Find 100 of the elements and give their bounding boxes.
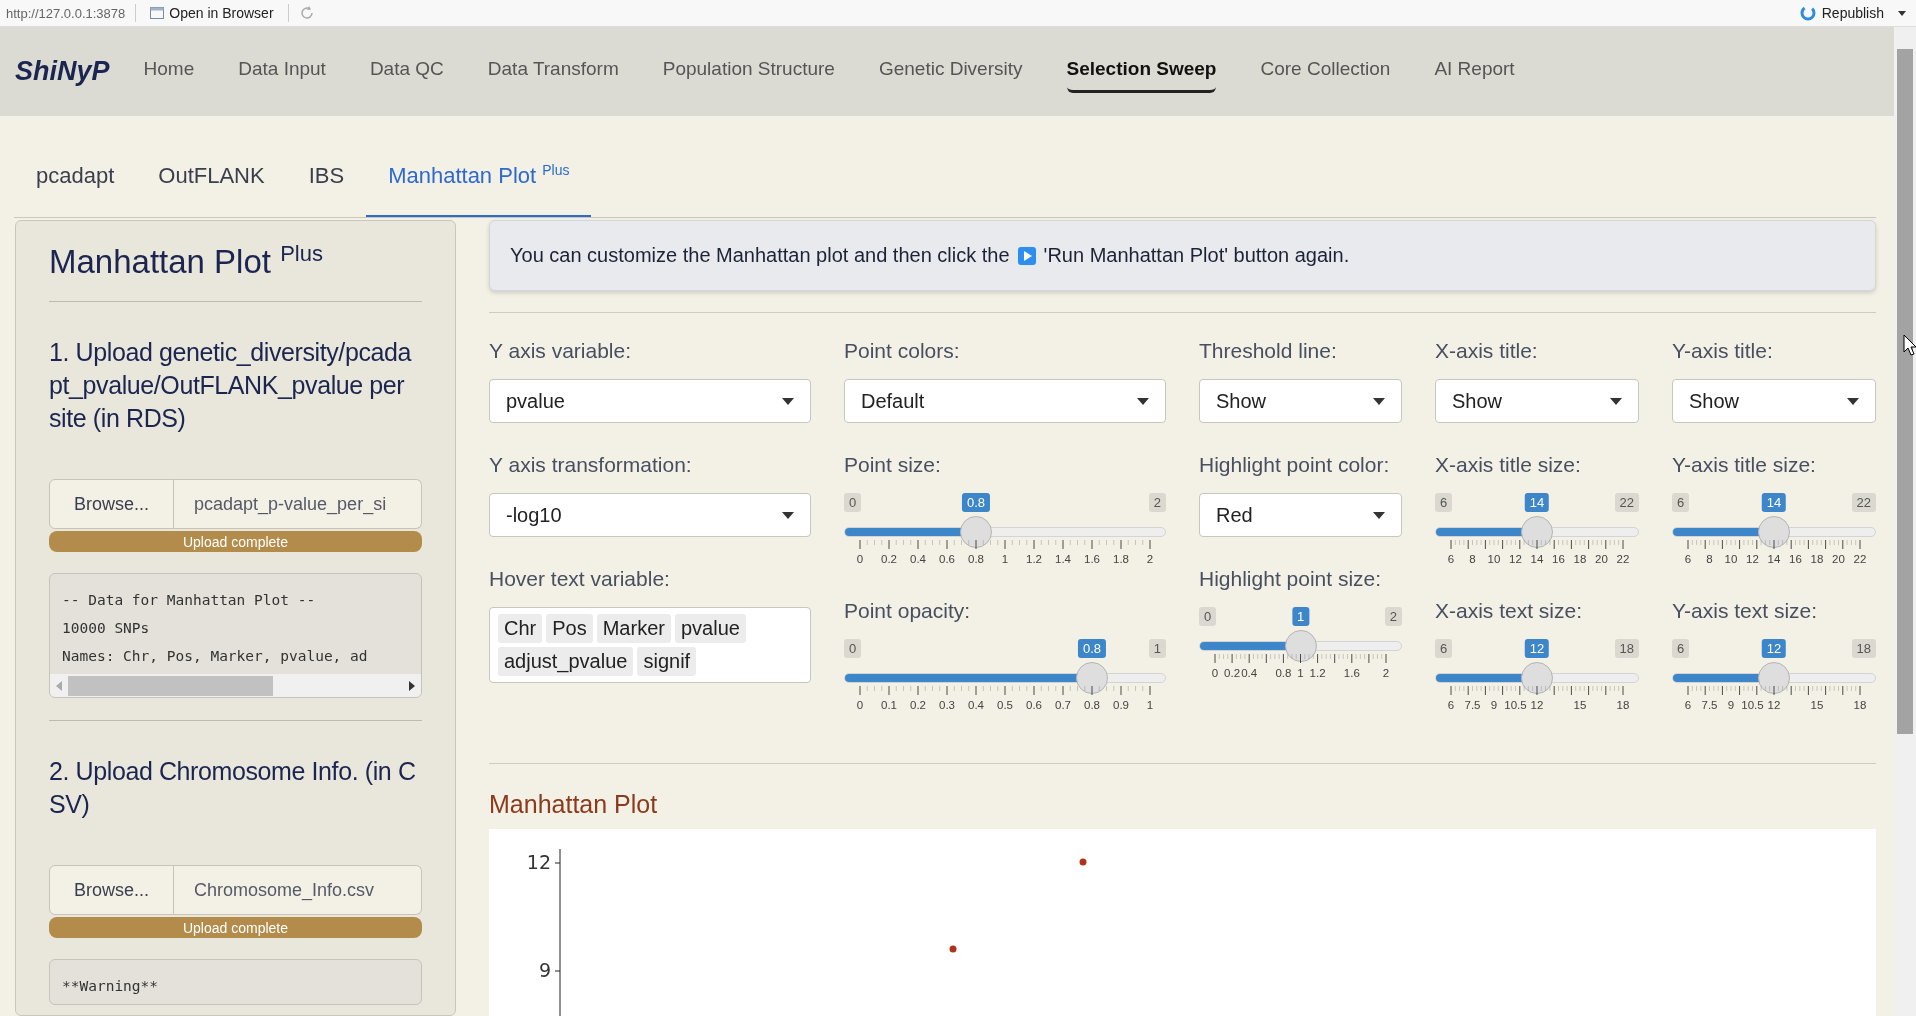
slider-max-label: 22 — [1614, 493, 1639, 512]
slider[interactable] — [1435, 516, 1639, 548]
nav-link[interactable]: Home — [143, 50, 195, 93]
slider[interactable] — [1435, 662, 1639, 694]
slider-min-label: 0 — [1199, 607, 1217, 626]
variable-token[interactable]: Marker — [596, 614, 671, 643]
slider[interactable] — [844, 662, 1166, 694]
tick-label: 0.1 — [881, 699, 897, 711]
nav-link[interactable]: AI Report — [1434, 50, 1515, 93]
caret-icon — [1373, 397, 1385, 405]
dropdown-field[interactable]: Show — [1672, 379, 1876, 423]
variable-token[interactable]: Pos — [546, 614, 593, 643]
tick-label: 12 — [1746, 553, 1759, 565]
control-label: X-axis text size: — [1435, 598, 1584, 624]
play-icon — [1017, 246, 1036, 265]
dropdown-field[interactable]: Show — [1435, 379, 1639, 423]
sidebar-title: Manhattan Plot $^{Plus}$ — [49, 241, 422, 302]
publish-icon — [1798, 5, 1817, 21]
caret-icon — [1373, 511, 1385, 519]
nav-link[interactable]: Genetic Diversity — [878, 50, 1023, 93]
slider-min-label: 0 — [844, 493, 862, 512]
nav-link[interactable]: Population Structure — [662, 50, 835, 93]
slider[interactable] — [1199, 630, 1402, 662]
url-text: http://127.0.0.1:3878 — [6, 5, 126, 21]
caret-icon — [782, 397, 794, 405]
slider-handle[interactable] — [1076, 662, 1108, 694]
tick-label: 8 — [1469, 553, 1476, 565]
variable-token[interactable]: pvalue — [674, 614, 746, 643]
nav-link[interactable]: Data Input — [238, 50, 326, 93]
slider-value-label: 14 — [1761, 493, 1787, 512]
slider[interactable] — [1672, 516, 1876, 548]
slider-handle[interactable] — [1758, 662, 1790, 694]
variable-token[interactable]: Chr — [498, 614, 543, 643]
tick-label: 12 — [1767, 699, 1781, 711]
dropdown-field[interactable]: pvalue — [489, 379, 811, 423]
dropdown-field[interactable]: Default — [844, 379, 1166, 423]
dropdown-field[interactable]: -log10 — [489, 493, 811, 537]
caret-icon[interactable] — [1898, 10, 1906, 16]
slider-handle[interactable] — [1521, 662, 1553, 694]
open-in-browser-button[interactable]: Open in Browser — [146, 5, 278, 21]
slider-value-label: 12 — [1761, 639, 1787, 658]
scroll-right-icon[interactable] — [409, 680, 415, 691]
dropdown-field[interactable]: Show — [1199, 379, 1402, 423]
control-label: Y axis variable: — [489, 338, 633, 364]
dropdown-field[interactable]: Red — [1199, 493, 1402, 537]
nav-link[interactable]: Data QC — [369, 50, 444, 93]
output-line: -- Data for Manhattan Plot -- — [61, 591, 317, 610]
tick-label: 0.9 — [1113, 699, 1129, 711]
control-label: Highlight point size: — [1199, 566, 1383, 592]
slider-max-label: 1 — [1148, 639, 1166, 658]
slider-handle[interactable] — [1521, 516, 1553, 548]
tick-label: 14 — [1767, 553, 1781, 565]
control-label: X-axis title size: — [1435, 452, 1582, 478]
output-line: 10000 SNPs — [61, 619, 151, 638]
refresh-icon[interactable] — [298, 5, 315, 21]
axis-tick-label: 12 — [526, 851, 551, 873]
tick-label: 18 — [1616, 699, 1630, 711]
browse-button[interactable]: Browse... — [49, 865, 174, 915]
vertical-scrollbar[interactable] — [1894, 27, 1916, 1016]
tab[interactable]: pcadapt — [14, 163, 137, 217]
control-label: Y-axis text size: — [1672, 598, 1819, 624]
browse-button[interactable]: Browse... — [49, 479, 174, 529]
info-text: You can customize the Manhattan plot and then click the — [510, 244, 1010, 267]
tick-label: 18 — [1853, 699, 1867, 711]
tab[interactable]: OutFLANK — [136, 163, 287, 217]
variable-token[interactable]: signif — [637, 647, 697, 676]
tick-label: 12 — [1509, 553, 1522, 565]
tick-label: 0.2 — [910, 699, 926, 711]
slider-max-label: 18 — [1851, 639, 1876, 658]
file-name-field[interactable]: Chromosome_Info.csv — [174, 865, 422, 915]
slider-min-label: 6 — [1672, 493, 1690, 512]
tick-label: 0.8 — [1084, 699, 1100, 711]
tick-label: 6 — [1447, 699, 1455, 711]
file-name-field[interactable]: pcadapt_p-value_per_si — [174, 479, 422, 529]
multi-select-field[interactable]: Chr Pos Marker pvalue adjust_pvalue signif — [489, 607, 811, 683]
scroll-left-icon[interactable] — [56, 680, 62, 691]
nav-link[interactable]: Selection Sweep — [1066, 50, 1217, 93]
variable-token[interactable]: adjust_pvalue — [498, 647, 634, 676]
control-label: Point size: — [844, 452, 942, 478]
slider-handle[interactable] — [1284, 630, 1317, 662]
nav-link[interactable]: Core Collection — [1260, 50, 1391, 93]
tab[interactable]: Manhattan Plot $^{Plus}$ — [366, 161, 592, 217]
info-text: 'Run Manhattan Plot' button again. — [1043, 244, 1350, 267]
horizontal-scrollbar[interactable] — [50, 674, 421, 697]
nav-link[interactable]: Data Transform — [487, 50, 619, 93]
republish-button[interactable]: Republish — [1794, 5, 1888, 21]
tick-label: 10.5 — [1741, 699, 1764, 711]
slider[interactable] — [1672, 662, 1876, 694]
slider-max-label: 2 — [1384, 607, 1402, 626]
tick-label: 1.2 — [1026, 553, 1042, 565]
slider[interactable] — [844, 516, 1166, 548]
tick-label: 0.7 — [1055, 699, 1071, 711]
tab[interactable]: IBS — [286, 163, 367, 217]
tick-label: 9 — [1490, 699, 1498, 711]
caret-icon — [1610, 397, 1622, 405]
tick-label: 2 — [1146, 553, 1154, 565]
tick-label: 10.5 — [1504, 699, 1527, 711]
slider-handle[interactable] — [1758, 516, 1790, 548]
plot-title: Manhattan Plot — [489, 790, 659, 819]
slider-handle[interactable] — [960, 516, 992, 548]
